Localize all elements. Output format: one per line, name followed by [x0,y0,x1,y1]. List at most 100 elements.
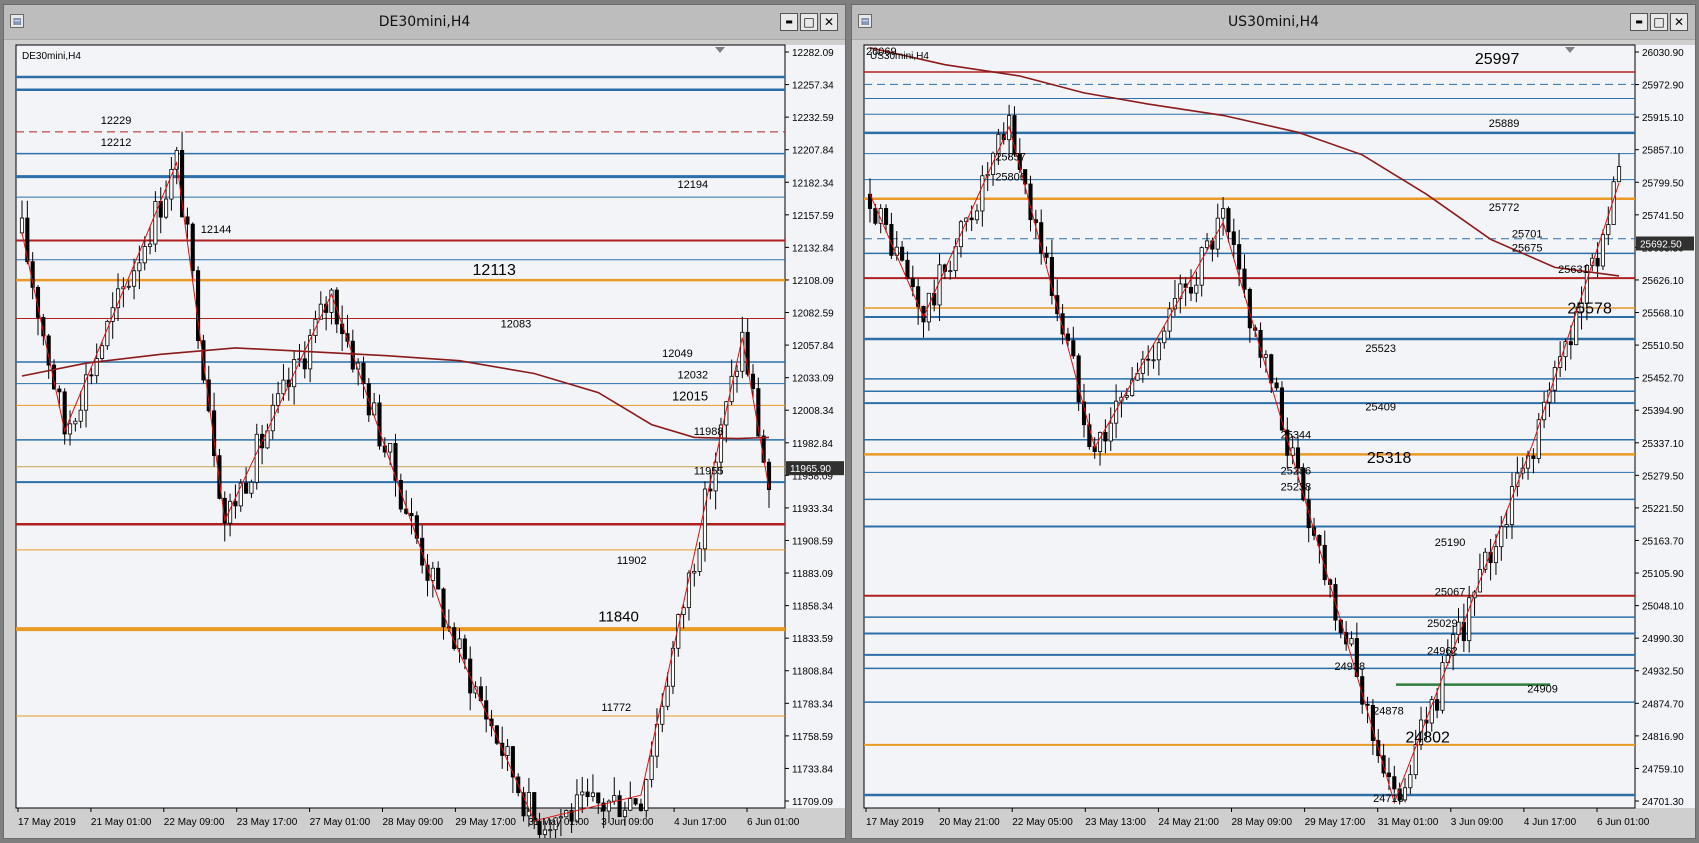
price-chart[interactable]: 12229 12212 12194 12144 12113 12083 12049 12032… [4,40,845,838]
level-price-label: 12113 [473,262,516,279]
window-de30[interactable]: ▤ DE30mini,H4 ▬ □ ✕ 12229 12212 12194 12144… [3,4,846,839]
price-tick-label: 25972.90 [1642,81,1684,92]
candle-body [19,217,25,234]
candle-body [1440,662,1445,711]
candle-body [281,379,286,395]
time-tick-label: 3 Jun 09:00 [601,817,654,828]
price-tick-label: 25568.10 [1642,309,1684,320]
level-price-label: 25409 [1365,401,1396,413]
level-price-label: 11955 [694,465,724,477]
price-axis-area [1635,45,1695,808]
candle-body [1552,367,1557,391]
candle-body [1242,268,1247,290]
time-tick-label: 29 May 17:00 [1305,817,1366,828]
candle-body [409,513,414,517]
level-price-label: 12015 [672,388,708,403]
price-tick-label: 11758.59 [792,732,833,743]
level-price-label: 25857 [995,151,1026,163]
candle-body [25,217,30,263]
candle-body [1188,287,1194,294]
price-tick-label: 12282.09 [792,48,834,59]
candle-body [1076,355,1081,403]
level-price-label: 24802 [1405,730,1450,747]
candle-body [1146,358,1151,361]
minimize-button[interactable]: ▬ [780,13,798,31]
level-price-label: 25701 [1512,229,1543,241]
maximize-button[interactable]: □ [800,13,818,31]
candle-body [244,482,249,494]
candle-body [660,705,665,725]
time-tick-label: 4 Jun 17:00 [674,817,727,828]
candle-body [1402,787,1408,801]
candle-body [89,374,94,377]
candle-body [665,685,670,707]
candle-body [1386,772,1392,778]
candle-body [249,481,254,494]
candle-body [644,779,649,811]
close-button[interactable]: ✕ [1670,13,1688,31]
candle-body [1204,240,1210,249]
time-tick-label: 31 May 01:00 [528,817,589,828]
time-tick-label: 20 May 21:00 [939,817,1000,828]
candle-body [969,217,974,221]
candle-body [1065,333,1071,342]
candle-body [1616,166,1622,183]
candle-body [137,262,142,272]
candle-body [916,286,921,307]
price-tick-label: 11908.59 [792,536,833,547]
candle-body [441,588,446,628]
window-us30[interactable]: ▤ US30mini,H4 ▬ □ ✕ 25997 25889 25857 25806… [851,4,1696,839]
candle-body [1162,330,1167,344]
candle-body [1221,208,1226,219]
minimize-button[interactable]: ▬ [1630,13,1648,31]
chart-symbol-label: DE30mini,H4 [22,51,81,62]
maximize-button[interactable]: □ [1650,13,1668,31]
candlestick-chart-svg[interactable]: 25997 25889 25857 25806 25772 25701 25675 25631… [852,40,1695,838]
level-price-label: 11772 [601,702,631,714]
candle-body [980,175,985,212]
candle-body [1606,224,1611,236]
candle-body [766,461,772,491]
candle-body [457,638,462,649]
candle-body [185,216,190,225]
price-tick-label: 12132.84 [792,243,834,254]
candle-body [1231,231,1236,245]
price-chart[interactable]: 25997 25889 25857 25806 25772 25701 25675 25631… [852,40,1695,838]
candle-body [585,791,590,798]
candle-body [99,345,105,359]
candlestick-chart-svg[interactable]: 12229 12212 12194 12144 12113 12083 12049 12032… [4,40,845,838]
candle-body [388,443,393,453]
close-button[interactable]: ✕ [820,13,838,31]
price-tick-label: 24874.70 [1642,699,1684,710]
price-tick-label: 11709.09 [792,797,833,808]
titlebar[interactable]: ▤ DE30mini,H4 ▬ □ ✕ [4,5,845,40]
candle-body [702,488,708,550]
price-tick-label: 25510.50 [1642,341,1684,352]
candle-body [1167,308,1172,332]
candle-body [974,210,980,221]
candle-body [638,803,643,811]
price-tick-label: 12033.09 [792,374,834,385]
candle-body [164,198,169,218]
price-tick-label: 24759.10 [1642,764,1684,775]
level-price-label: 11902 [617,555,647,567]
candle-body [78,409,83,422]
time-tick-label: 28 May 09:00 [383,817,444,828]
level-price-label: 25523 [1365,343,1396,355]
titlebar[interactable]: ▤ US30mini,H4 ▬ □ ✕ [852,5,1695,40]
time-tick-label: 3 Jun 09:00 [1451,817,1504,828]
candle-body [542,829,547,835]
candle-body [750,373,756,390]
candle-body [180,149,185,218]
candle-body [1199,247,1204,286]
current-price-label: 25692.50 [1640,239,1682,250]
candle-body [596,792,601,804]
candle-body [548,829,553,832]
price-tick-label: 25915.10 [1642,113,1684,124]
candle-body [73,420,78,425]
level-price-label: 25772 [1489,202,1520,214]
price-tick-label: 11933.34 [792,504,833,515]
price-tick-label: 25741.50 [1642,211,1684,222]
price-tick-label: 25221.50 [1642,504,1684,515]
price-tick-label: 26030.90 [1642,48,1684,59]
